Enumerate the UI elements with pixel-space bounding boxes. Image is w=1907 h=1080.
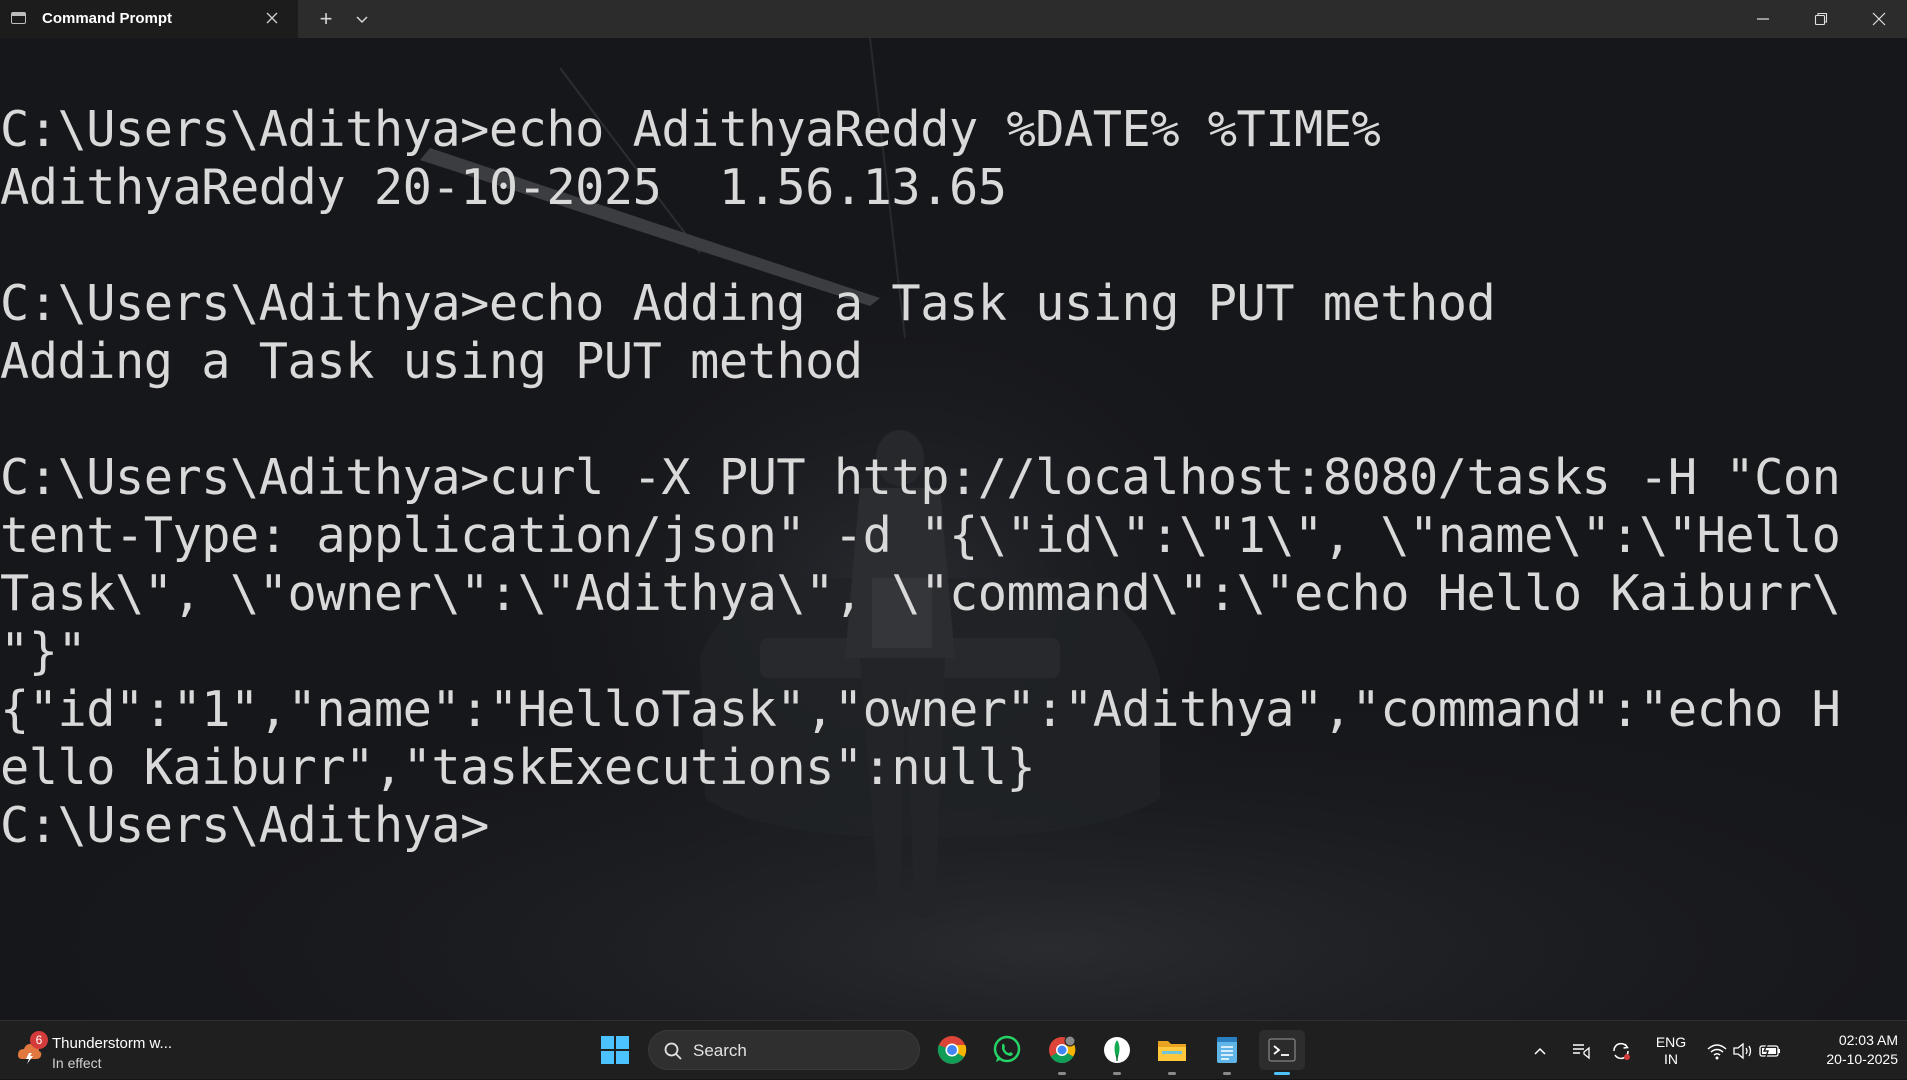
command-prompt-line[interactable]: C:\Users\Adithya> bbox=[0, 797, 1840, 855]
terminal-area[interactable]: C:\Users\Adithya>echo AdithyaReddy %DATE… bbox=[0, 38, 1907, 1020]
title-bar: Command Prompt + bbox=[0, 0, 1907, 38]
show-hidden-icons-button[interactable] bbox=[1528, 1021, 1552, 1080]
close-window-button[interactable] bbox=[1851, 0, 1907, 38]
file-explorer-icon bbox=[1158, 1041, 1186, 1061]
tab-command-prompt[interactable]: Command Prompt bbox=[0, 0, 298, 38]
taskbar-app-terminal[interactable] bbox=[1259, 1030, 1305, 1075]
whatsapp-icon bbox=[993, 1035, 1021, 1063]
notification-button[interactable] bbox=[1568, 1021, 1594, 1080]
taskbar-app-mongodb-compass[interactable] bbox=[1097, 1030, 1137, 1075]
language-label: ENG bbox=[1655, 1034, 1687, 1050]
console-line: tent-Type: application/json" -d "{\"id\"… bbox=[0, 508, 1841, 564]
notification-icon bbox=[1573, 1043, 1590, 1059]
console-output: C:\Users\Adithya>echo AdithyaReddy %DATE… bbox=[0, 101, 1841, 855]
minimize-button[interactable] bbox=[1735, 0, 1791, 38]
notepad-icon bbox=[1217, 1037, 1237, 1063]
battery-icon bbox=[1759, 1044, 1780, 1057]
taskbar-app-file-explorer[interactable] bbox=[1152, 1030, 1192, 1075]
clock-date: 20-10-2025 bbox=[1826, 1051, 1898, 1067]
sync-button[interactable] bbox=[1608, 1021, 1634, 1080]
console-line: C:\Users\Adithya>curl -X PUT http://loca… bbox=[0, 450, 1841, 506]
close-tab-button[interactable] bbox=[262, 8, 282, 28]
windows-start-icon bbox=[601, 1036, 629, 1064]
search-label: Search bbox=[693, 1041, 747, 1060]
running-indicator bbox=[1168, 1072, 1176, 1075]
clock[interactable]: 02:03 AM 20-10-2025 bbox=[1790, 1031, 1898, 1069]
console-line: {"id":"1","name":"HelloTask","owner":"Ad… bbox=[0, 682, 1841, 738]
console-line: "}" bbox=[0, 624, 87, 680]
tab-title: Command Prompt bbox=[42, 10, 173, 27]
wifi-icon bbox=[1707, 1043, 1727, 1059]
mongodb-compass-icon bbox=[1104, 1037, 1130, 1063]
console-line: ello Kaiburr","taskExecutions":null} bbox=[0, 740, 1036, 796]
chevron-down-icon bbox=[356, 16, 368, 24]
start-button[interactable] bbox=[598, 1033, 632, 1067]
chevron-up-icon bbox=[1534, 1047, 1546, 1055]
new-tab-button[interactable]: + bbox=[314, 7, 338, 31]
region-label: IN bbox=[1664, 1051, 1678, 1067]
taskbar-search-box[interactable]: Search bbox=[648, 1030, 920, 1070]
console-line: C:\Users\Adithya>echo AdithyaReddy %DATE… bbox=[0, 102, 1381, 158]
console-line: Adding a Task using PUT method bbox=[0, 334, 863, 390]
chrome-profile-icon bbox=[1049, 1035, 1076, 1064]
weather-subtitle: In effect bbox=[52, 1055, 102, 1071]
console-line: Task\", \"owner\":\"Adithya\", \"command… bbox=[0, 566, 1841, 622]
cmd-icon bbox=[11, 12, 26, 24]
terminal-icon bbox=[1268, 1038, 1296, 1062]
chrome-icon bbox=[937, 1036, 967, 1064]
volume-icon bbox=[1733, 1042, 1752, 1059]
restore-button[interactable] bbox=[1793, 0, 1849, 38]
weather-title: Thunderstorm w... bbox=[52, 1035, 173, 1052]
language-indicator[interactable]: ENG IN bbox=[1644, 1034, 1698, 1068]
active-indicator bbox=[1274, 1072, 1290, 1075]
weather-widget[interactable]: 6 Thunderstorm w... In effect bbox=[10, 1027, 190, 1073]
close-icon bbox=[1872, 12, 1886, 26]
taskbar-app-chrome-profile[interactable] bbox=[1042, 1030, 1082, 1075]
clock-time: 02:03 AM bbox=[1838, 1032, 1898, 1048]
taskbar-app-chrome[interactable] bbox=[932, 1030, 972, 1070]
weather-alert-badge: 6 bbox=[30, 1031, 48, 1049]
close-icon bbox=[266, 12, 278, 24]
minimize-icon bbox=[1757, 18, 1769, 20]
tab-dropdown-button[interactable] bbox=[350, 9, 374, 31]
running-indicator bbox=[1058, 1072, 1066, 1075]
console-line: AdithyaReddy 20-10-2025 1.56.13.65 bbox=[0, 160, 1007, 216]
sync-icon bbox=[1613, 1042, 1630, 1060]
taskbar-app-notepad[interactable] bbox=[1207, 1030, 1247, 1075]
restore-icon bbox=[1814, 12, 1828, 26]
running-indicator bbox=[1113, 1072, 1121, 1075]
running-indicator bbox=[1223, 1072, 1231, 1075]
quick-settings-button[interactable] bbox=[1702, 1021, 1786, 1080]
taskbar: 6 Thunderstorm w... In effect Search ENG… bbox=[0, 1020, 1907, 1079]
console-line: C:\Users\Adithya>echo Adding a Task usin… bbox=[0, 276, 1496, 332]
search-icon bbox=[664, 1042, 682, 1060]
taskbar-app-whatsapp[interactable] bbox=[987, 1030, 1027, 1070]
